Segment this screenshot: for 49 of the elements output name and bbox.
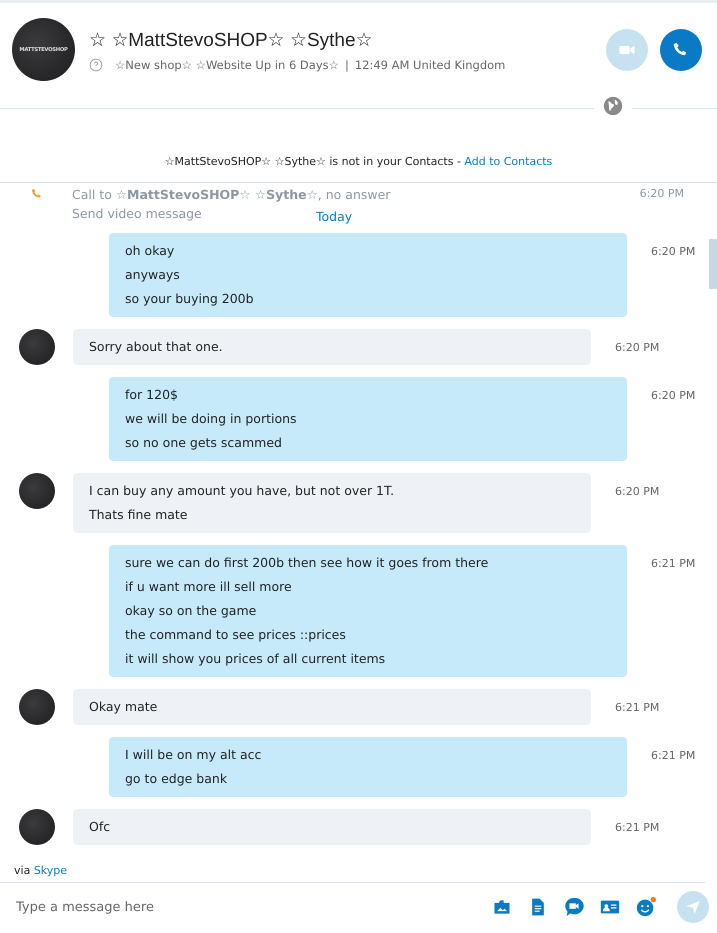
send-video-message-link[interactable]: Send video message — [72, 206, 202, 221]
video-message-button[interactable] — [563, 896, 585, 918]
message-line: Ofc — [89, 818, 112, 836]
message-time: 6:21 PM — [615, 701, 660, 714]
send-icon — [684, 898, 702, 916]
call-event-text: Call to ☆MattStevoSHOP☆ ☆Sythe☆, no answer — [72, 187, 392, 202]
message-time: 6:21 PM — [651, 749, 696, 762]
message-line: for 120$ — [125, 386, 179, 404]
message-line: okay so on the game — [125, 602, 258, 620]
message-line: so no one gets scammed — [125, 434, 283, 452]
contact-notice: ☆MattStevoSHOP☆ ☆Sythe☆ is not in your Contacts - Add to Contacts — [164, 155, 552, 168]
message-line: the command to see prices ::prices — [125, 626, 347, 644]
message-time: 6:20 PM — [651, 245, 696, 258]
separator: | — [344, 58, 349, 72]
contact-avatar — [19, 809, 55, 845]
message-line: Thats fine mate — [89, 506, 188, 524]
via-label: via — [14, 864, 32, 877]
message-line: if u want more ill sell more — [125, 578, 293, 596]
message-line: go to edge bank — [125, 770, 228, 788]
video-chat-icon — [563, 896, 585, 918]
message-line: Okay mate — [89, 698, 158, 716]
message-time: 6:20 PM — [615, 485, 660, 498]
message-line: oh okay — [125, 242, 176, 260]
mood-message: ☆New shop☆ ☆Website Up in 6 Days☆ — [115, 58, 339, 72]
message-time: 6:21 PM — [615, 821, 660, 834]
message-line: anyways — [125, 266, 181, 284]
help-icon — [89, 58, 103, 72]
message-line: I can buy any amount you have, but not over 1T. — [89, 482, 396, 500]
message-line: Sorry about that one. — [89, 338, 224, 356]
message-time: 6:21 PM — [651, 557, 696, 570]
message-time: 6:20 PM — [615, 341, 660, 354]
add-to-contacts-link[interactable]: Add to Contacts — [464, 155, 552, 168]
contact-avatar — [19, 689, 55, 725]
message-line: we will be doing in portions — [125, 410, 298, 428]
emoticon-button[interactable] — [635, 896, 657, 918]
contact-name: ☆ ☆MattStevoSHOP☆ ☆Sythe☆ — [89, 28, 374, 52]
contact-avatar — [19, 473, 55, 509]
local-time: 12:49 AM United Kingdom — [354, 58, 506, 72]
message-line: it will show you prices of all current items — [125, 650, 386, 668]
globe-icon — [602, 95, 624, 117]
message-line: so your buying 200b — [125, 290, 255, 308]
message-time: 6:20 PM — [640, 187, 684, 200]
smiley-icon — [635, 896, 657, 918]
contact-avatar — [19, 329, 55, 365]
skype-link[interactable]: Skype — [34, 864, 68, 877]
message-line: I will be on my alt acc — [125, 746, 262, 764]
call-button[interactable] — [660, 28, 702, 70]
message-time: 6:20 PM — [651, 389, 696, 402]
message-line: sure we can do first 200b then see how it goes from there — [125, 554, 490, 572]
